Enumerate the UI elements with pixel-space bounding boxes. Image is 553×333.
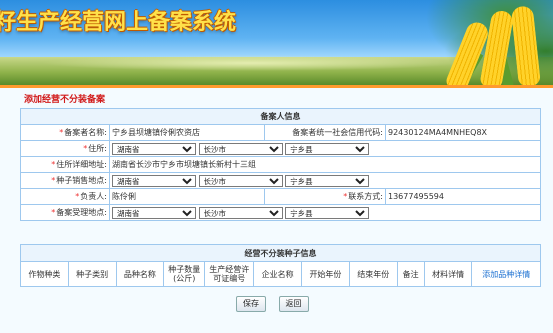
address-value: 湖南省长沙市宁乡市坝塘镇长新村十三组 xyxy=(109,156,541,173)
sale-city-select[interactable]: 长沙市 xyxy=(198,174,283,187)
col-end-year: 结束年份 xyxy=(348,261,398,287)
seed-info-table: 经营不分装种子信息 作物种类 种子类别 品种名称 种子数量(公斤) 生产经营许可… xyxy=(20,244,541,287)
save-button[interactable]: 保存 xyxy=(236,296,266,312)
col-crop-type: 作物种类 xyxy=(20,261,69,287)
credit-label: 备案者统一社会信用代码: xyxy=(264,124,386,141)
address-label: 住所详细地址: xyxy=(56,160,107,169)
col-seed-category: 种子类别 xyxy=(67,261,117,287)
col-material-details: 材料详情 xyxy=(423,261,473,287)
col-variety-name: 品种名称 xyxy=(115,261,165,287)
page-title: 添加经营不分装备案 xyxy=(24,95,106,105)
contact-label: 联系方式: xyxy=(348,192,383,201)
name-value: 宁乡县坝塘镇伶俐农资店 xyxy=(109,124,265,141)
accept-province-select[interactable]: 湖南省 xyxy=(112,206,196,219)
filer-info-table: 备案人信息 *备案者名称: 宁乡县坝塘镇伶俐农资店 备案者统一社会信用代码: 9… xyxy=(20,108,541,221)
col-start-year: 开始年份 xyxy=(301,261,350,287)
add-variety-link[interactable]: 添加品种详情 xyxy=(471,261,541,287)
section-title-seeds: 经营不分装种子信息 xyxy=(20,244,541,262)
col-remarks: 备注 xyxy=(396,261,425,287)
seed-table-header: 作物种类 种子类别 品种名称 种子数量(公斤) 生产经营许可证编号 企业名称 开… xyxy=(20,261,541,287)
residence-county-select[interactable]: 宁乡县 xyxy=(285,142,370,155)
col-license-number: 生产经营许可证编号 xyxy=(204,261,255,287)
contact-value: 13677495594 xyxy=(385,188,541,205)
col-seed-quantity: 种子数量(公斤) xyxy=(163,261,206,287)
app-title: 籽生产经营网上备案系统 xyxy=(0,10,237,35)
header-divider xyxy=(0,85,553,88)
person-label: 负责人: xyxy=(80,192,107,201)
credit-value: 92430124MA4MNHEQ8X xyxy=(385,124,541,141)
header-banner: 籽生产经营网上备案系统 xyxy=(0,0,553,85)
back-button[interactable]: 返回 xyxy=(278,296,309,312)
residence-label: 住所: xyxy=(88,144,107,153)
name-label: 备案者名称: xyxy=(64,128,107,137)
residence-city-select[interactable]: 长沙市 xyxy=(198,142,283,155)
sale-location-label: 种子销售地点: xyxy=(56,176,107,185)
residence-province-select[interactable]: 湖南省 xyxy=(112,142,196,155)
section-title-filer: 备案人信息 xyxy=(20,108,541,125)
accept-location-label: 备案受理地点: xyxy=(56,208,107,217)
sale-province-select[interactable]: 湖南省 xyxy=(112,174,196,187)
col-company-name: 企业名称 xyxy=(253,261,303,287)
accept-county-select[interactable]: 宁乡县 xyxy=(285,206,370,219)
sale-county-select[interactable]: 宁乡县 xyxy=(285,174,370,187)
accept-city-select[interactable]: 长沙市 xyxy=(198,206,283,219)
person-value: 陈伶俐 xyxy=(109,188,265,205)
action-buttons: 保存 返回 xyxy=(236,296,319,312)
